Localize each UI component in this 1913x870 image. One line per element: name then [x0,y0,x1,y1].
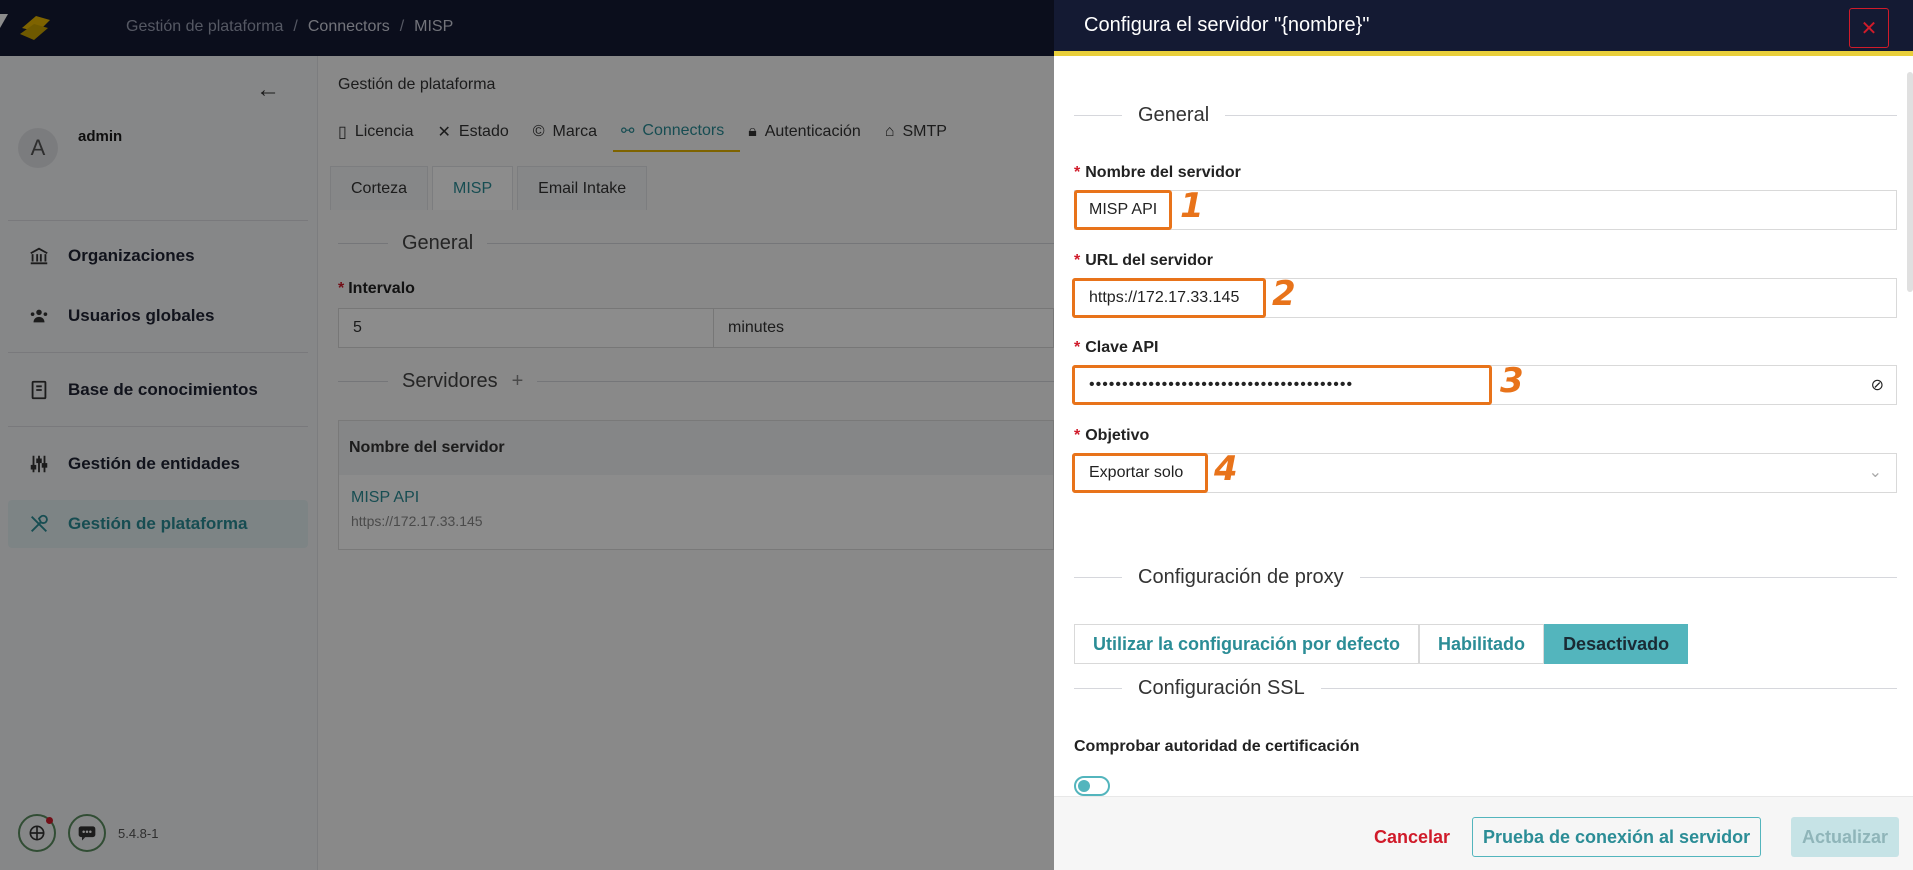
chevron-down-icon: ⌄ [1868,464,1882,481]
marker-2: 2 [1272,274,1296,314]
update-button[interactable]: Actualizar [1791,817,1900,857]
server-url-label: * URL del servidor [1074,252,1213,269]
section-label: General [1138,104,1210,126]
label-text: URL del servidor [1085,252,1213,269]
close-icon: ✕ [1860,17,1878,40]
highlight-box [1074,190,1172,230]
drawer-footer: Cancelar Prueba de conexión al servidor … [1054,796,1913,870]
ssl-section-title: Configuración SSL [1074,677,1897,700]
label-text: Clave API [1085,339,1159,356]
proxy-segmented-control: Utilizar la configuración por defecto Ha… [1074,624,1689,664]
proxy-option-enabled[interactable]: Habilitado [1419,624,1545,664]
section-label: Configuración de proxy [1138,566,1344,588]
modal-backdrop[interactable] [0,0,1054,870]
scrollbar[interactable] [1907,72,1913,292]
cancel-button[interactable]: Cancelar [1364,817,1460,857]
highlight-box [1072,453,1208,493]
ssl-check-toggle[interactable] [1074,776,1110,796]
highlight-box [1072,278,1266,318]
general-section-title: General [1074,104,1897,127]
proxy-option-disabled[interactable]: Desactivado [1544,624,1689,664]
proxy-section-title: Configuración de proxy [1074,566,1897,589]
marker-3: 3 [1500,361,1524,401]
drawer-title: Configura el servidor "{nombre}" [1084,14,1370,36]
eye-slash-icon[interactable]: ⊘ [1871,375,1884,395]
server-name-label: * Nombre del servidor [1074,164,1241,181]
proxy-option-default[interactable]: Utilizar la configuración por defecto [1074,624,1420,664]
close-button[interactable]: ✕ [1849,8,1889,48]
purpose-label: * Objetivo [1074,427,1150,444]
marker-4: 4 [1214,449,1238,489]
section-label: Configuración SSL [1138,677,1305,699]
drawer-header: Configura el servidor "{nombre}" ✕ [1054,0,1913,56]
test-connection-button[interactable]: Prueba de conexión al servidor [1472,817,1762,857]
ssl-check-label: Comprobar autoridad de certificación [1074,738,1360,755]
server-config-drawer: Configura el servidor "{nombre}" ✕ Gener… [1054,0,1913,870]
label-text: Objetivo [1085,427,1150,444]
marker-1: 1 [1180,186,1204,226]
label-text: Nombre del servidor [1085,164,1241,181]
api-key-label: * Clave API [1074,339,1159,356]
highlight-box [1072,365,1492,405]
toggle-knob [1078,780,1090,792]
